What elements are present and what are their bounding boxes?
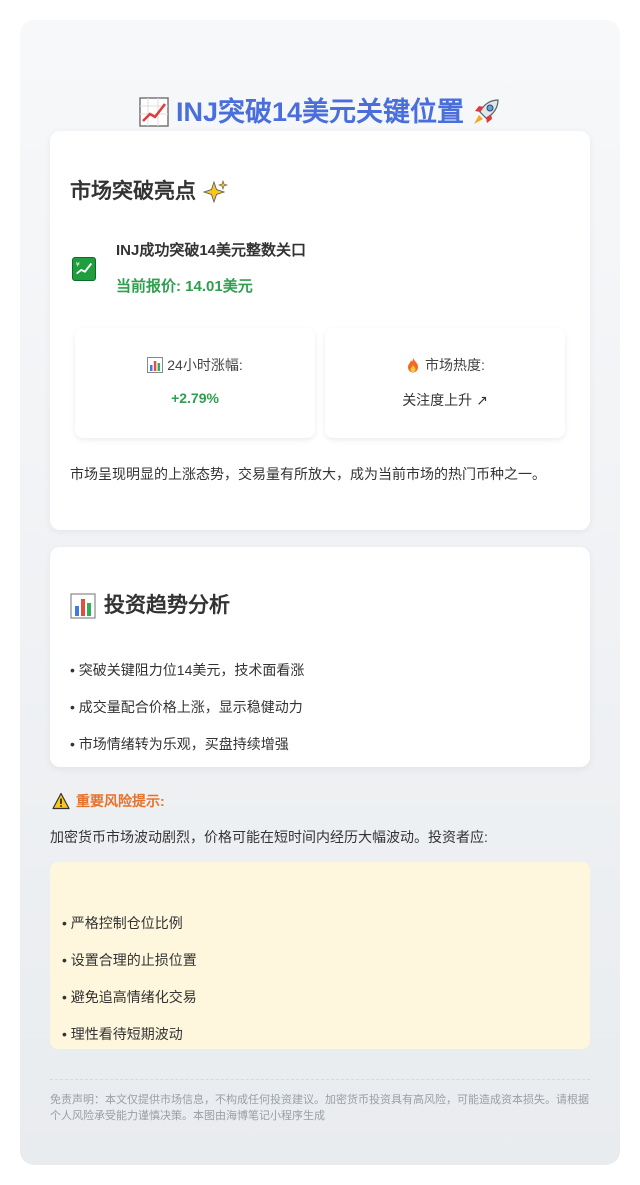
stat-label-text: 24小时涨幅:: [167, 357, 243, 373]
sparkles-icon: [202, 179, 228, 205]
bar-chart-icon: [70, 593, 96, 620]
stat-market-heat: 市场热度: 关注度上升 ↗: [325, 328, 565, 438]
list-item: • 避免追高情绪化交易: [62, 989, 197, 1005]
risk-intro: 加密货币市场波动剧烈，价格可能在短时间内经历大幅波动。投资者应:: [50, 829, 488, 845]
list-item: • 突破关键阻力位14美元，技术面看涨: [70, 662, 305, 678]
analysis-heading: 投资趋势分析: [70, 589, 230, 620]
stat-label: 24小时涨幅:: [75, 355, 315, 375]
divider: [50, 1079, 590, 1080]
list-item: • 严格控制仓位比例: [62, 915, 183, 931]
stat-value: +2.79%: [171, 390, 219, 406]
risk-heading: 重要风险提示:: [52, 791, 165, 811]
rocket-icon: [470, 96, 502, 128]
chart-increasing-icon: [138, 96, 170, 128]
disclaimer: 免责声明：本文仅提供市场信息，不构成任何投资建议。加密货币投资具有高风险，可能造…: [50, 1094, 589, 1122]
svg-text:¥: ¥: [76, 260, 80, 268]
warning-icon: [52, 792, 70, 810]
chart-yen-check-icon: ¥: [72, 257, 96, 281]
risk-tips-box: • 严格控制仓位比例 • 设置合理的止损位置 • 避免追高情绪化交易 • 理性看…: [50, 862, 590, 1049]
highlights-heading-text: 市场突破亮点: [70, 180, 196, 203]
fire-icon: [405, 357, 421, 373]
trend-analysis-card: 投资趋势分析 • 突破关键阻力位14美元，技术面看涨 • 成交量配合价格上涨，显…: [50, 547, 590, 767]
stat-label: 市场热度:: [325, 355, 565, 375]
highlights-heading: 市场突破亮点: [70, 175, 228, 205]
current-price: 当前报价: 14.01美元: [116, 278, 253, 295]
page-title: INJ突破14美元关键位置: [20, 90, 620, 132]
list-item: • 设置合理的止损位置: [62, 952, 197, 968]
title-text: INJ突破14美元关键位置: [175, 96, 465, 127]
market-highlights-card: 市场突破亮点 ¥ INJ成功突破14美元整数关口 当前报价: 14.01美元 2…: [50, 131, 590, 530]
highlights-summary: 市场呈现明显的上涨态势，交易量有所放大，成为当前市场的热门币种之一。: [70, 466, 546, 482]
stat-label-text: 市场热度:: [425, 357, 485, 373]
stat-value: 关注度上升 ↗: [402, 392, 488, 408]
poster-container: INJ突破14美元关键位置 市场突破亮点 ¥ INJ成功突破14美元整数关口 当…: [20, 20, 620, 1165]
bar-chart-icon: [147, 357, 164, 373]
breakout-headline: INJ成功突破14美元整数关口: [116, 242, 307, 259]
list-item: • 市场情绪转为乐观，买盘持续增强: [70, 736, 289, 752]
list-item: • 成交量配合价格上涨，显示稳健动力: [70, 699, 303, 715]
analysis-heading-text: 投资趋势分析: [104, 594, 230, 617]
risk-heading-text: 重要风险提示:: [76, 793, 165, 809]
list-item: • 理性看待短期波动: [62, 1026, 183, 1042]
stat-24h-change: 24小时涨幅: +2.79%: [75, 328, 315, 438]
